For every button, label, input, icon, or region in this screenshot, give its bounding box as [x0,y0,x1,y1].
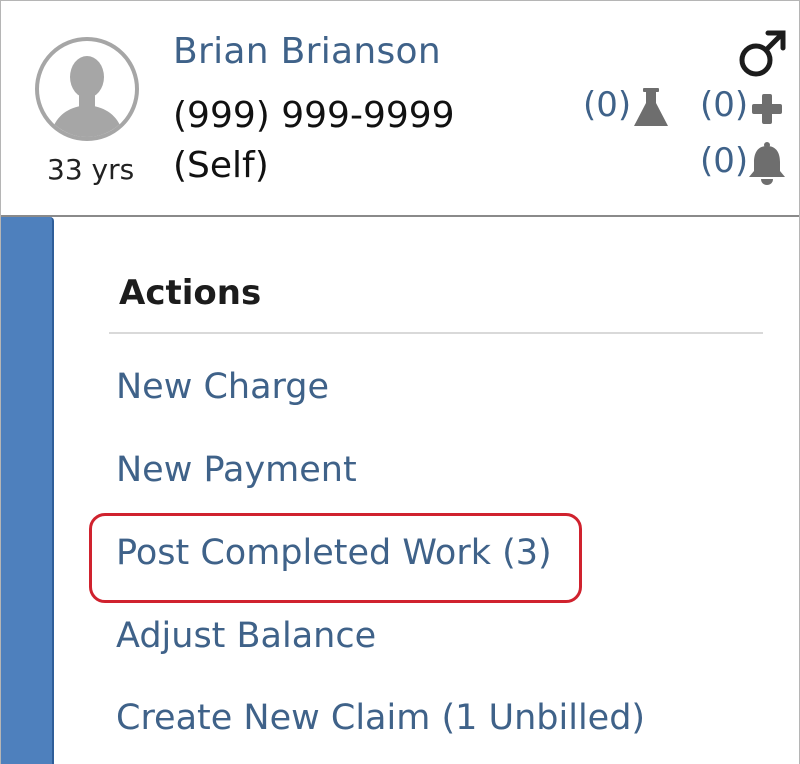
new-charge-link[interactable]: New Charge [116,367,329,407]
lab-count[interactable]: (0) [583,85,631,125]
alerts-count[interactable]: (0) [700,141,748,181]
side-panel-bar [1,217,54,764]
flask-icon[interactable] [633,88,669,128]
adjust-balance-link[interactable]: Adjust Balance [116,616,376,656]
bell-icon[interactable] [747,141,787,185]
new-payment-link[interactable]: New Payment [116,450,357,490]
medical-count[interactable]: (0) [700,85,748,125]
male-symbol-icon [739,30,786,77]
create-new-claim-link[interactable]: Create New Claim (1 Unbilled) [116,698,645,738]
avatar [35,37,139,141]
patient-age: 33 yrs [47,153,135,186]
actions-heading: Actions [119,273,262,313]
plus-icon[interactable] [752,94,782,124]
patient-phone: (999) 999-9999 [173,95,455,136]
person-silhouette-icon [50,56,124,137]
patient-relation: (Self) [173,145,269,186]
patient-name-link[interactable]: Brian Brianson [173,31,441,72]
post-completed-work-link[interactable]: Post Completed Work (3) [116,533,552,573]
patient-header: 33 yrs Brian Brianson (999) 999-9999 (Se… [1,1,799,217]
actions-divider [109,332,763,334]
patient-actions-panel: 33 yrs Brian Brianson (999) 999-9999 (Se… [0,0,800,764]
